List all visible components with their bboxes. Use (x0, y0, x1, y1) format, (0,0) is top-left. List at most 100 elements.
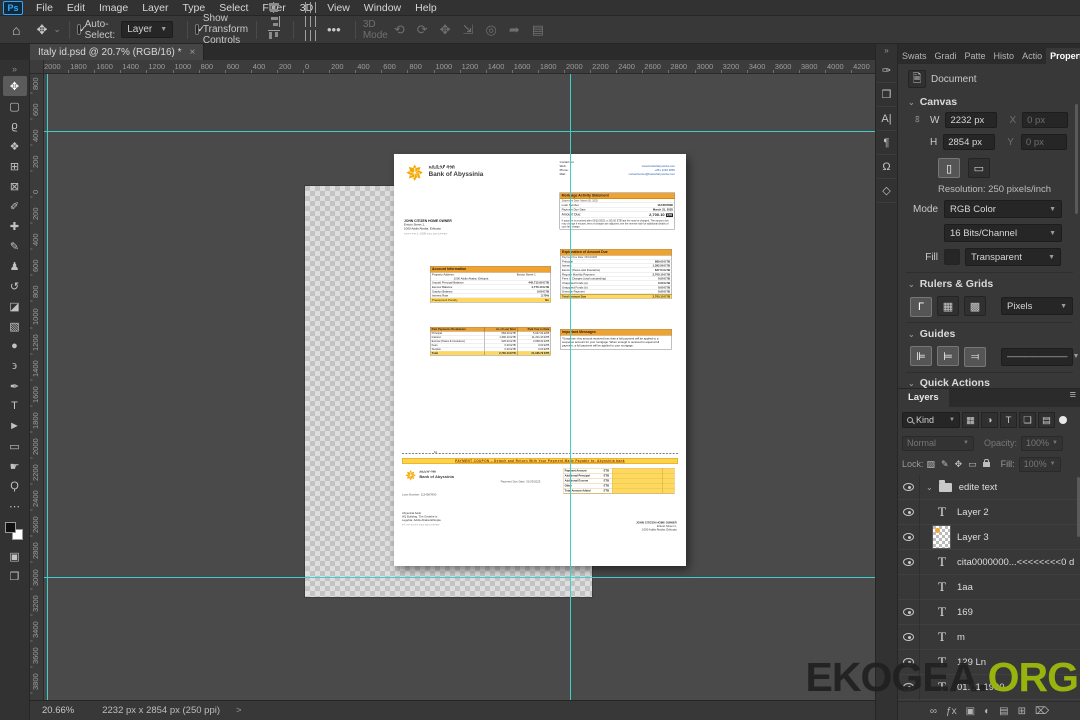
panel-tab-swats[interactable]: Swats (898, 48, 931, 64)
eyedropper-tool[interactable]: ✐ (3, 196, 27, 216)
fill-swatch[interactable] (944, 249, 960, 265)
menu-file[interactable]: File (29, 2, 60, 14)
panel-tab-gradi[interactable]: Gradi (931, 48, 961, 64)
layer-visibility-toggle[interactable] (898, 549, 920, 575)
layers-tab[interactable]: Layers (898, 389, 949, 407)
layer-visibility-toggle[interactable] (898, 499, 920, 525)
layer-visibility-toggle[interactable] (898, 599, 920, 625)
coupon-field-cents[interactable] (662, 473, 675, 478)
ruler-icon[interactable]: Γ (910, 296, 932, 317)
auto-select-target-dropdown[interactable]: Layer ▼ (121, 21, 174, 38)
paragraph-panel-icon[interactable]: ¶ (876, 131, 897, 155)
tool-preset-caret-icon[interactable]: ⌄ (53, 24, 61, 35)
scale-3d-icon[interactable]: ◎ (485, 22, 496, 37)
coupon-field-input[interactable] (612, 488, 663, 493)
roll-3d-icon[interactable]: ⟳ (417, 22, 428, 37)
more-options-icon[interactable]: ••• (327, 22, 341, 37)
group-chevron-icon[interactable]: ⌄ (926, 483, 933, 492)
lock-guides-icon[interactable]: ⊨ (937, 346, 959, 366)
toolbar-collapse-icon[interactable]: » (12, 64, 17, 74)
guide-horizontal-bottom[interactable] (44, 577, 875, 578)
clone-source-panel-icon[interactable]: ❒ (876, 83, 897, 107)
layer-row[interactable]: T 129 Ln (898, 649, 1080, 675)
lock-artboard-icon[interactable]: ▭ (968, 459, 977, 470)
coupon-field-cents[interactable] (662, 468, 675, 473)
gradient-tool[interactable]: ▧ (3, 316, 27, 336)
foreground-color-swatch[interactable] (4, 522, 16, 533)
type-tool[interactable]: T (3, 396, 27, 416)
guide-horizontal-top[interactable] (44, 131, 875, 132)
color-mode-dropdown[interactable]: RGB Color ▼ (944, 200, 1062, 218)
layer-row[interactable]: T Layer 2 (898, 499, 1080, 525)
canvas-height-field[interactable]: 2854 px (943, 134, 996, 150)
guide-vertical-left[interactable] (47, 74, 48, 700)
clone-stamp-tool[interactable]: ♟ (3, 256, 27, 276)
dodge-tool[interactable]: ϶ (3, 356, 27, 376)
screen-mode-icon[interactable]: ❐ (3, 566, 27, 586)
lock-position-icon[interactable]: ✥ (955, 459, 963, 470)
menu-type[interactable]: Type (175, 2, 212, 14)
add-layer-mask-icon[interactable]: ▣ (966, 706, 975, 717)
show-transform-checkbox[interactable] (195, 24, 204, 35)
align-top-edges-icon[interactable] (268, 29, 281, 41)
lock-paint-icon[interactable]: ✎ (941, 459, 949, 470)
menu-layer[interactable]: Layer (135, 2, 175, 14)
drag-3d-icon[interactable]: ✥ (440, 22, 451, 37)
character-panel-icon[interactable]: A| (876, 107, 897, 131)
new-group-icon[interactable]: ▤ (999, 706, 1008, 717)
history-brush-tool[interactable]: ↺ (3, 276, 27, 296)
lock-transparent-icon[interactable]: ▨ (927, 459, 936, 470)
link-layers-icon[interactable]: ∞ (930, 706, 937, 717)
move-tool[interactable]: ✥ (2, 76, 27, 96)
layer-visibility-toggle[interactable] (898, 674, 920, 700)
opacity-field[interactable]: 100% ▼ (1021, 435, 1063, 451)
libraries-panel-icon[interactable]: ◇ (876, 179, 897, 203)
coupon-field-input[interactable] (612, 478, 663, 483)
filter-type-layers-icon[interactable]: T (1000, 412, 1017, 428)
fill-dropdown[interactable]: Transparent ▼ (965, 248, 1061, 266)
blur-tool[interactable]: ● (3, 336, 27, 356)
layer-row[interactable]: Tm (898, 624, 1080, 650)
hand-tool[interactable]: ☛ (3, 456, 27, 476)
layer-row[interactable]: T 1aa (898, 574, 1080, 600)
menu-help[interactable]: Help (408, 2, 444, 14)
edit-toolbar-icon[interactable]: ⋯ (3, 496, 27, 516)
layer-thumbnail[interactable] (932, 525, 951, 549)
layers-menu-icon[interactable]: ≡ (1065, 389, 1080, 407)
align-right-edges-icon[interactable] (268, 15, 281, 27)
coupon-field-input[interactable] (612, 468, 663, 473)
path-selection-tool[interactable]: ► (3, 416, 27, 436)
canvas-viewport[interactable]: አቢሲንያ ባንክ Bank of Abyssinia Contact Us: … (44, 74, 875, 700)
layer-visibility-toggle[interactable] (898, 624, 920, 650)
canvas-x-field[interactable]: 0 px (1022, 112, 1069, 128)
menu-select[interactable]: Select (212, 2, 255, 14)
panel-tab-patte[interactable]: Patte (961, 48, 990, 64)
guide-vertical-center[interactable] (570, 74, 571, 700)
pixel-grid-icon[interactable]: ▩ (964, 296, 986, 316)
canvas-width-field[interactable]: 2232 px (945, 112, 998, 128)
adjustment-layer-icon[interactable]: ◐ (984, 706, 990, 717)
fill-field[interactable]: 100% ▼ (1018, 456, 1061, 472)
canvas-y-field[interactable]: 0 px (1020, 134, 1067, 150)
portrait-orientation-button[interactable]: ▯ (938, 158, 960, 178)
lock-all-icon[interactable] (982, 458, 990, 467)
brush-settings-panel-icon[interactable]: ✑ (876, 59, 897, 83)
move-tool-preset-icon[interactable]: ✥ (36, 22, 47, 38)
guide-style-dropdown[interactable]: ——————— ▼ (1001, 347, 1079, 366)
zoom-level[interactable]: 20.66% (42, 705, 74, 716)
frame-tool[interactable]: ⊠ (3, 176, 27, 196)
layer-row[interactable]: Tcita0000000...<<<<<<<<0 d (898, 549, 1080, 575)
guides-section-header[interactable]: ⌄ Guides (898, 328, 1080, 340)
orbit-3d-icon[interactable]: ⟲ (394, 22, 405, 37)
capture-icon[interactable]: ▤ (532, 22, 544, 37)
document-tab[interactable]: Italy id.psd @ 20.7% (RGB/16) * × (30, 44, 205, 60)
menu-view[interactable]: View (320, 2, 357, 14)
blend-mode-dropdown[interactable]: Normal ▼ (902, 435, 974, 451)
delete-layer-icon[interactable]: ⌦ (1035, 706, 1049, 717)
properties-scrollbar[interactable] (1075, 104, 1078, 214)
menu-edit[interactable]: Edit (60, 2, 92, 14)
menu-image[interactable]: Image (92, 2, 135, 14)
color-swatches[interactable] (4, 522, 25, 542)
panel-tab-histo[interactable]: Histo (990, 48, 1019, 64)
rulers-grids-section-header[interactable]: ⌄ Rulers & Grids (898, 278, 1080, 290)
